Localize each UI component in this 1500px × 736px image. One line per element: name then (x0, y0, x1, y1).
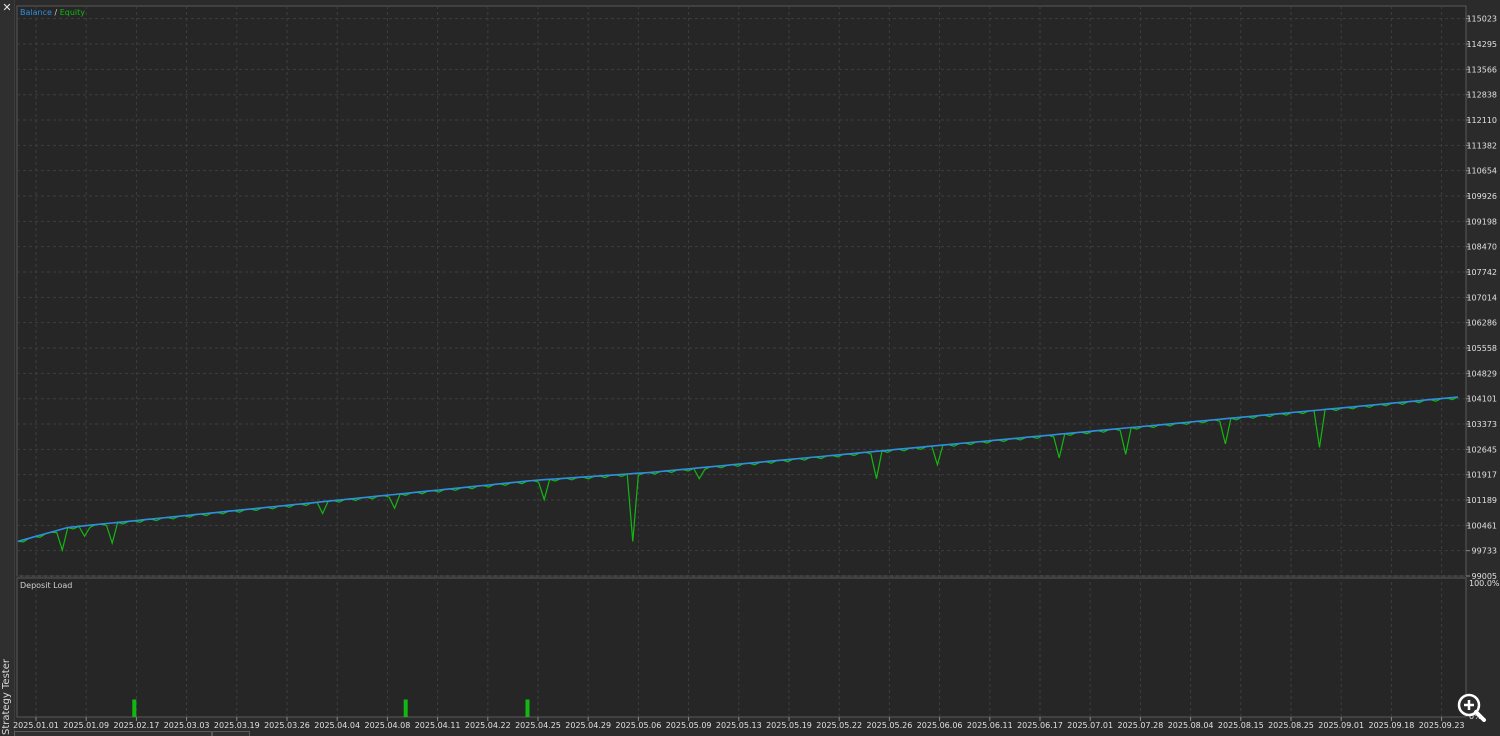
x-tick-label: 2025.05.13 (716, 721, 762, 730)
x-tick-label: 2025.09.01 (1318, 721, 1364, 730)
y-tick-label: 104829 (1466, 369, 1497, 378)
x-tick-label: 2025.03.26 (264, 721, 310, 730)
y-tick-label: 106286 (1466, 319, 1497, 328)
x-tick-label: 2025.01.09 (63, 721, 109, 730)
y-tick-label: 111382 (1466, 141, 1497, 150)
legend-balance: Balance (20, 8, 52, 17)
y-tick-label: 107742 (1466, 268, 1497, 277)
y-tick-label: 112838 (1466, 91, 1497, 100)
y-tick-label: 107014 (1466, 293, 1497, 302)
deposit-y-top-label: 100.0% (1469, 579, 1500, 588)
y-tick-label: 109198 (1466, 217, 1497, 226)
x-tick-label: 2025.04.04 (314, 721, 360, 730)
bottom-tab-1[interactable] (14, 731, 212, 736)
deposit-bar (132, 699, 137, 718)
deposit-load-title: Deposit Load (20, 581, 72, 590)
deposit-bar (403, 699, 408, 718)
x-tick-label: 2025.09.18 (1368, 721, 1414, 730)
y-tick-label: 101189 (1466, 496, 1497, 505)
x-tick-label: 2025.05.26 (866, 721, 912, 730)
x-tick-label: 2025.08.25 (1268, 721, 1314, 730)
bottom-tab-2[interactable] (212, 731, 250, 736)
x-tick-label: 2025.07.28 (1117, 721, 1163, 730)
x-tick-label: 2025.04.11 (415, 721, 461, 730)
zoom-in-icon[interactable] (1456, 692, 1486, 722)
y-tick-label: 99733 (1472, 547, 1497, 556)
balance-equity-chart: 115023 114295 113566 112838 112110 111382 1106… (13, 5, 1500, 730)
x-tick-label: 2025.05.09 (666, 721, 712, 730)
x-tick-label: 2025.08.15 (1218, 721, 1264, 730)
y-axis-ticks: 115023 114295 113566 112838 112110 111382 1106… (1466, 15, 1497, 581)
x-tick-label: 2025.04.08 (364, 721, 410, 730)
deposit-plot-background (16, 577, 1467, 718)
y-tick-label: 102645 (1466, 445, 1497, 454)
y-tick-label: 100461 (1466, 521, 1497, 530)
x-tick-label: 2025.03.19 (214, 721, 260, 730)
legend: Balance / Equity (20, 8, 85, 17)
x-tick-label: 2025.07.01 (1067, 721, 1113, 730)
x-tick-label: 2025.05.22 (816, 721, 862, 730)
x-tick-label: 2025.04.25 (515, 721, 561, 730)
y-tick-label: 105558 (1466, 344, 1497, 353)
main-plot-background (16, 5, 1467, 577)
y-tick-label: 113566 (1466, 65, 1497, 74)
x-tick-label: 2025.05.19 (766, 721, 812, 730)
y-tick-label: 108470 (1466, 243, 1497, 252)
y-tick-label: 101917 (1466, 471, 1497, 480)
y-tick-label: 110654 (1466, 167, 1497, 176)
deposit-bar (525, 699, 530, 718)
x-tick-label: 2025.08.04 (1168, 721, 1214, 730)
x-tick-label: 2025.03.03 (164, 721, 210, 730)
y-tick-label: 109926 (1466, 192, 1497, 201)
x-tick-label: 2025.05.06 (615, 721, 661, 730)
bottom-tab-strip (14, 731, 1500, 736)
y-tick-label: 112110 (1466, 116, 1497, 125)
x-tick-label: 2025.09.23 (1419, 721, 1465, 730)
y-tick-label: 114295 (1466, 40, 1497, 49)
legend-separator: / (52, 8, 60, 17)
y-tick-label: 104101 (1466, 395, 1497, 404)
y-tick-label: 115023 (1466, 15, 1497, 24)
x-tick-label: 2025.02.17 (113, 721, 159, 730)
x-tick-label: 2025.04.22 (465, 721, 511, 730)
x-tick-label: 2025.04.29 (565, 721, 611, 730)
y-tick-label: 103373 (1466, 420, 1497, 429)
x-tick-label: 2025.06.17 (1017, 721, 1063, 730)
x-axis-ticks: 2025.01.01 2025.01.09 2025.02.17 2025.03.03… (13, 717, 1465, 730)
x-tick-label: 2025.06.06 (917, 721, 963, 730)
legend-equity: Equity (60, 8, 86, 17)
x-tick-label: 2025.06.11 (967, 721, 1013, 730)
x-tick-label: 2025.01.01 (13, 721, 59, 730)
